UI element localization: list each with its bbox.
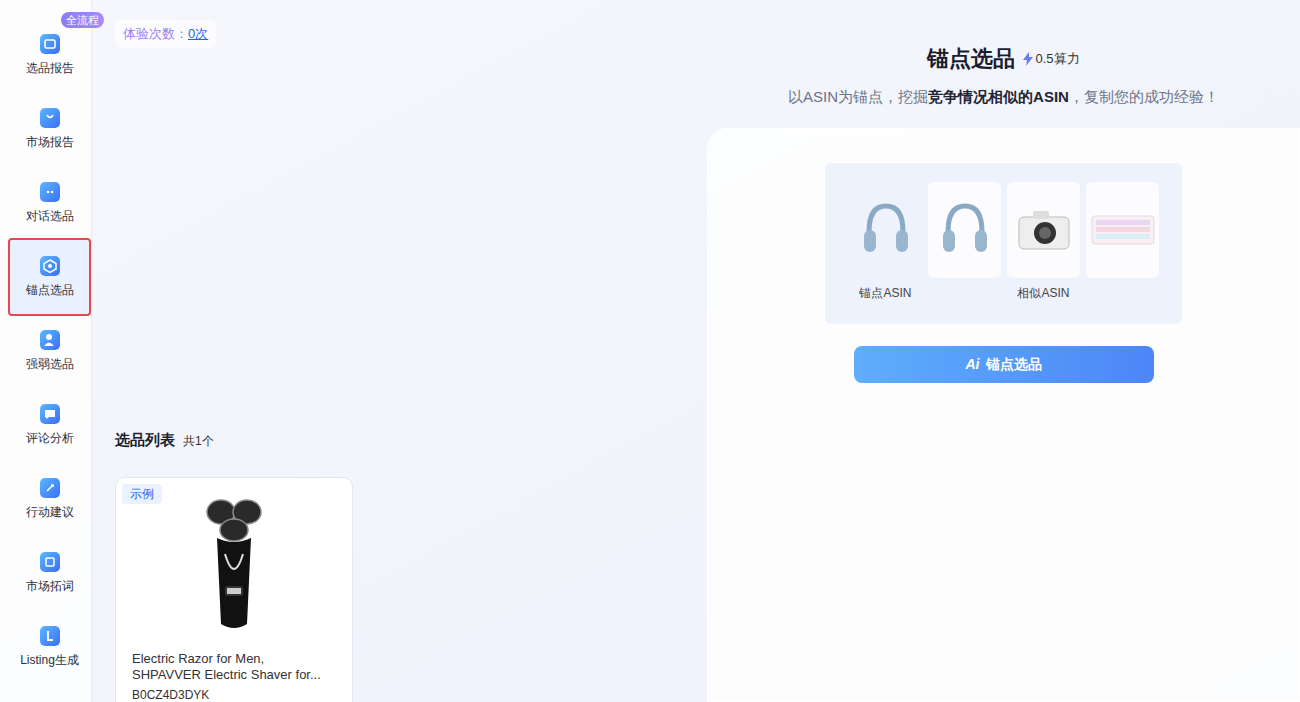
menu-icon — [40, 34, 60, 54]
cost: 0.5算力 — [1023, 49, 1079, 69]
product-title: Electric Razor for Men, SHPAVVER Electri… — [132, 651, 336, 683]
menu-icon — [40, 552, 60, 572]
sidebar-label: 行动建议 — [26, 504, 74, 520]
sidebar-label: 市场拓词 — [26, 578, 74, 594]
anchor-card: 锚点ASIN 相似ASIN Ai 锚点选品 — [707, 128, 1300, 702]
illustration: 锚点ASIN 相似ASIN — [825, 163, 1182, 324]
product-picture — [928, 182, 1001, 278]
menu-icon — [40, 478, 60, 498]
cost-label: 0.5算力 — [1035, 49, 1079, 69]
menu-icon — [40, 256, 60, 276]
product-picture — [1086, 182, 1159, 278]
subtitle-part: 以ASIN为锚点，挖掘 — [788, 88, 928, 105]
product-image — [132, 494, 336, 639]
sidebar-item[interactable]: 市场拓词 — [10, 536, 89, 610]
product-picture — [1007, 182, 1080, 278]
product-card[interactable]: 示例 Electric Razor for Men, SHPAVVER Elect… — [115, 477, 353, 702]
hero-title: 锚点选品 — [927, 44, 1015, 74]
sidebar-label: 强弱选品 — [26, 356, 74, 372]
similar-label: 相似ASIN — [928, 284, 1159, 302]
menu-icon — [40, 108, 60, 128]
product-asin: B0CZ4D3DYK — [132, 687, 336, 702]
trial-count[interactable]: 0次 — [188, 24, 208, 44]
sidebar-label: 市场报告 — [26, 134, 74, 150]
hero-subtitle: 以ASIN为锚点，挖掘竞争情况相似的ASIN，复制您的成功经验！ — [707, 86, 1300, 108]
anchor-select-button[interactable]: Ai 锚点选品 — [854, 346, 1154, 383]
sidebar-item[interactable]: 对话选品 — [10, 166, 89, 240]
sidebar-label: Listing生成 — [20, 652, 79, 668]
sidebar-item[interactable]: 行动建议 — [10, 462, 89, 536]
sidebar-label: 对话选品 — [26, 208, 74, 224]
left-column: 体验次数：0次选品列表共1个示例 Electric Razor for Men, … — [92, 0, 707, 702]
subtitle-part: 竞争情况相似的ASIN — [928, 88, 1069, 105]
menu-icon — [40, 182, 60, 202]
sidebar-item[interactable]: 强弱选品 — [10, 314, 89, 388]
menu-icon — [40, 330, 60, 350]
hero-title-row: 锚点选品 0.5算力 — [707, 44, 1300, 74]
anchor-label: 锚点ASIN — [849, 284, 922, 302]
sidebar-badge: 全流程 — [61, 12, 104, 28]
sidebar-label: 锚点选品 — [26, 282, 74, 298]
subtitle-part: ，复制您的成功经验！ — [1069, 88, 1219, 105]
list-header: 选品列表共1个 — [115, 430, 707, 450]
menu-icon — [40, 404, 60, 424]
trial-counter: 体验次数：0次 — [115, 20, 216, 48]
list-count: 共1个 — [183, 432, 214, 450]
sidebar-item[interactable]: 锚点选品 — [10, 240, 89, 314]
illustration-tiles — [849, 182, 1182, 278]
product-picture — [849, 182, 922, 278]
product-list: 示例 Electric Razor for Men, SHPAVVER Elect… — [115, 477, 707, 702]
lightning-icon — [1023, 52, 1033, 66]
button-label: 锚点选品 — [986, 354, 1042, 375]
sidebar-item[interactable]: 市场报告 — [10, 92, 89, 166]
product-tag: 示例 — [122, 484, 162, 504]
sidebar-item[interactable]: 选品报告 — [10, 18, 89, 92]
sidebar: 全流程选品报告市场报告对话选品锚点选品强弱选品评论分析行动建议市场拓词Listi… — [0, 0, 92, 702]
sidebar-item[interactable]: Listing生成 — [10, 610, 89, 684]
sidebar-label: 选品报告 — [26, 60, 74, 76]
trial-label: 体验次数： — [123, 24, 188, 44]
illustration-labels: 锚点ASIN 相似ASIN — [849, 284, 1182, 302]
sidebar-label: 评论分析 — [26, 430, 74, 446]
list-title: 选品列表 — [115, 430, 175, 450]
ai-icon: Ai — [966, 354, 980, 375]
menu-icon — [40, 626, 60, 646]
sidebar-item[interactable]: 评论分析 — [10, 388, 89, 462]
right-column: 锚点选品 0.5算力以ASIN为锚点，挖掘竞争情况相似的ASIN，复制您的成功经验… — [707, 0, 1300, 702]
